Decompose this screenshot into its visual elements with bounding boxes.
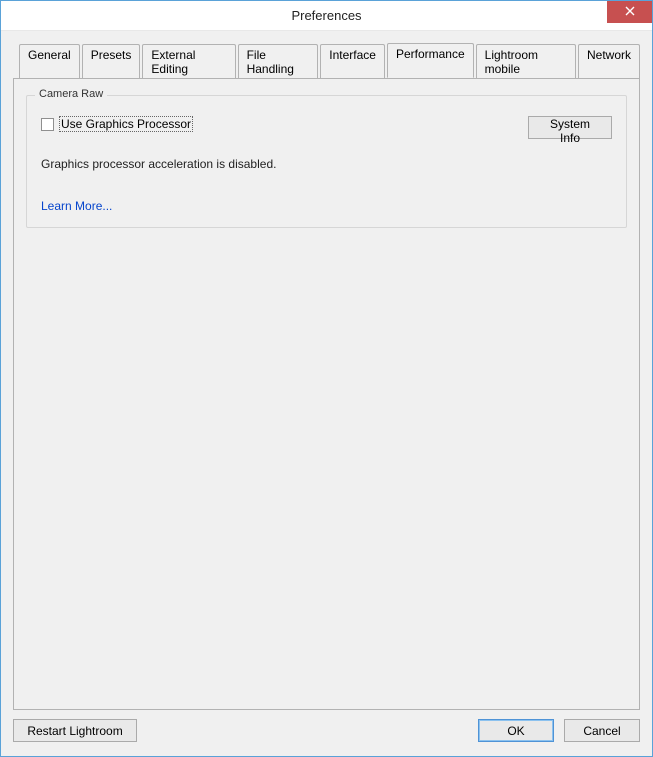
use-gpu-checkbox[interactable] — [41, 118, 54, 131]
cancel-button[interactable]: Cancel — [564, 719, 640, 742]
tab-lightroom-mobile[interactable]: Lightroom mobile — [476, 44, 576, 79]
footer-right: OK Cancel — [478, 719, 640, 742]
dialog-footer: Restart Lightroom OK Cancel — [13, 719, 640, 742]
tab-interface[interactable]: Interface — [320, 44, 385, 79]
tab-external-editing[interactable]: External Editing — [142, 44, 235, 79]
camera-raw-group-title: Camera Raw — [35, 88, 107, 100]
tab-performance[interactable]: Performance — [387, 43, 474, 78]
ok-button[interactable]: OK — [478, 719, 554, 742]
window-title: Preferences — [1, 8, 652, 23]
tab-panel-performance: Camera Raw Use Graphics Processor System… — [13, 78, 640, 710]
use-gpu-label[interactable]: Use Graphics Processor — [59, 116, 193, 132]
dialog-content: General Presets External Editing File Ha… — [1, 31, 652, 756]
restart-lightroom-button[interactable]: Restart Lightroom — [13, 719, 137, 742]
camera-raw-group: Camera Raw Use Graphics Processor System… — [26, 95, 627, 228]
tab-presets[interactable]: Presets — [82, 44, 141, 79]
tab-network[interactable]: Network — [578, 44, 640, 79]
gpu-status-text: Graphics processor acceleration is disab… — [41, 157, 612, 171]
tab-file-handling[interactable]: File Handling — [238, 44, 319, 79]
learn-more-link[interactable]: Learn More... — [41, 199, 112, 213]
tab-general[interactable]: General — [19, 44, 80, 79]
close-button[interactable] — [607, 1, 652, 23]
use-gpu-checkbox-wrap[interactable]: Use Graphics Processor — [41, 116, 193, 132]
gpu-row: Use Graphics Processor System Info — [41, 116, 612, 139]
close-icon — [625, 5, 635, 19]
tab-strip: General Presets External Editing File Ha… — [19, 43, 640, 78]
system-info-button[interactable]: System Info — [528, 116, 612, 139]
titlebar: Preferences — [1, 1, 652, 31]
